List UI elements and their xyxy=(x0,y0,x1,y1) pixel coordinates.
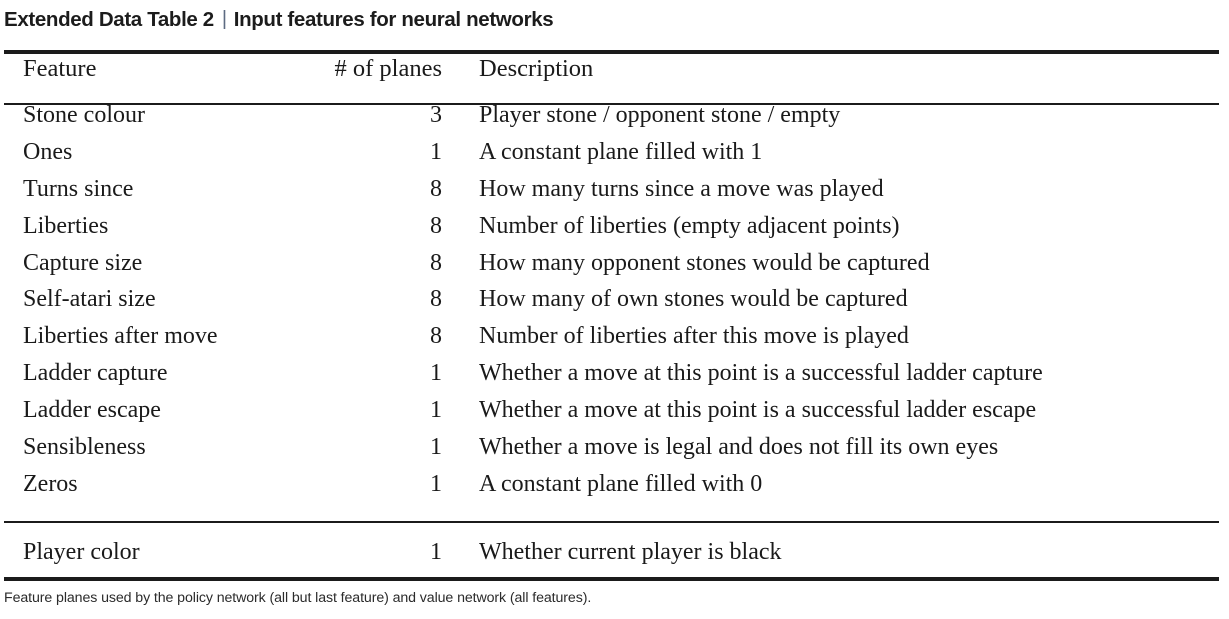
cell-feature: Ladder escape xyxy=(23,397,161,424)
table-row: Liberties after move 8 Number of liberti… xyxy=(0,324,1229,361)
cell-planes: 8 xyxy=(430,286,442,313)
table-row: Player color 1 Whether current player is… xyxy=(0,540,1229,577)
cell-feature: Capture size xyxy=(23,249,143,276)
table-row: Self-atari size 8 How many of own stones… xyxy=(0,287,1229,324)
table-row: Ladder escape 1 Whether a move at this p… xyxy=(0,398,1229,435)
cell-feature: Sensibleness xyxy=(23,434,146,461)
table-last-group: Player color 1 Whether current player is… xyxy=(0,540,1229,577)
table-row: Turns since 8 How many turns since a mov… xyxy=(0,177,1229,214)
cell-description: Number of liberties (empty adjacent poin… xyxy=(479,212,900,239)
cell-feature: Zeros xyxy=(23,470,78,497)
cell-planes: 1 xyxy=(430,138,442,165)
table-footnote: Feature planes used by the policy networ… xyxy=(4,590,592,606)
cell-description: A constant plane filled with 1 xyxy=(479,138,763,165)
cell-planes: 3 xyxy=(430,102,442,128)
table-number-label: Extended Data Table 2 xyxy=(4,8,214,31)
cell-planes: 8 xyxy=(430,249,442,276)
table-subtotal-rule xyxy=(4,521,1219,523)
cell-description: How many turns since a move was played xyxy=(479,175,884,202)
cell-description: How many opponent stones would be captur… xyxy=(479,249,930,276)
title-separator-bar: | xyxy=(221,8,227,30)
cell-description: Whether a move at this point is a succes… xyxy=(479,360,1043,387)
column-header-planes: # of planes xyxy=(334,55,443,82)
column-header-description: Description xyxy=(479,55,594,82)
table-row: Ones 1 A constant plane filled with 1 xyxy=(0,140,1229,177)
table-row: Sensibleness 1 Whether a move is legal a… xyxy=(0,435,1229,472)
table-row: Capture size 8 How many opponent stones … xyxy=(0,251,1229,288)
cell-planes: 1 xyxy=(430,434,442,461)
table-caption-title: Input features for neural networks xyxy=(233,8,554,31)
page-title: Extended Data Table 2 | Input features f… xyxy=(4,4,1204,36)
cell-feature: Self-atari size xyxy=(23,286,156,313)
extended-data-table-page: Extended Data Table 2 | Input features f… xyxy=(0,0,1229,619)
cell-feature: Liberties xyxy=(23,212,109,239)
table-bottom-rule xyxy=(4,577,1219,581)
table-top-rule xyxy=(4,50,1219,54)
cell-feature: Turns since xyxy=(23,175,134,202)
cell-planes: 1 xyxy=(430,470,442,497)
column-header-feature: Feature xyxy=(23,55,97,82)
cell-planes: 8 xyxy=(430,175,442,202)
cell-planes: 1 xyxy=(430,360,442,387)
cell-feature: Player color xyxy=(23,539,140,565)
cell-description: How many of own stones would be captured xyxy=(479,286,908,313)
cell-feature: Stone colour xyxy=(23,102,145,128)
cell-description: Whether a move is legal and does not fil… xyxy=(479,434,999,461)
table-row: Ladder capture 1 Whether a move at this … xyxy=(0,361,1229,398)
cell-description: Whether current player is black xyxy=(479,539,782,565)
cell-planes: 8 xyxy=(430,212,442,239)
cell-description: A constant plane filled with 0 xyxy=(479,470,763,497)
table-header-row: Feature # of planes Description xyxy=(0,55,1229,103)
table-body: Feature # of planes Description Stone co… xyxy=(0,55,1229,509)
cell-feature: Liberties after move xyxy=(23,323,218,350)
cell-feature: Ladder capture xyxy=(23,360,168,387)
table-row: Zeros 1 A constant plane filled with 0 xyxy=(0,472,1229,509)
table-row: Stone colour 3 Player stone / opponent s… xyxy=(0,103,1229,140)
cell-description: Whether a move at this point is a succes… xyxy=(479,397,1037,424)
table-row: Liberties 8 Number of liberties (empty a… xyxy=(0,214,1229,251)
cell-description: Number of liberties after this move is p… xyxy=(479,323,909,350)
cell-description: Player stone / opponent stone / empty xyxy=(479,102,841,128)
cell-feature: Ones xyxy=(23,138,73,165)
cell-planes: 8 xyxy=(430,323,442,350)
cell-planes: 1 xyxy=(430,397,442,424)
cell-planes: 1 xyxy=(430,539,442,565)
